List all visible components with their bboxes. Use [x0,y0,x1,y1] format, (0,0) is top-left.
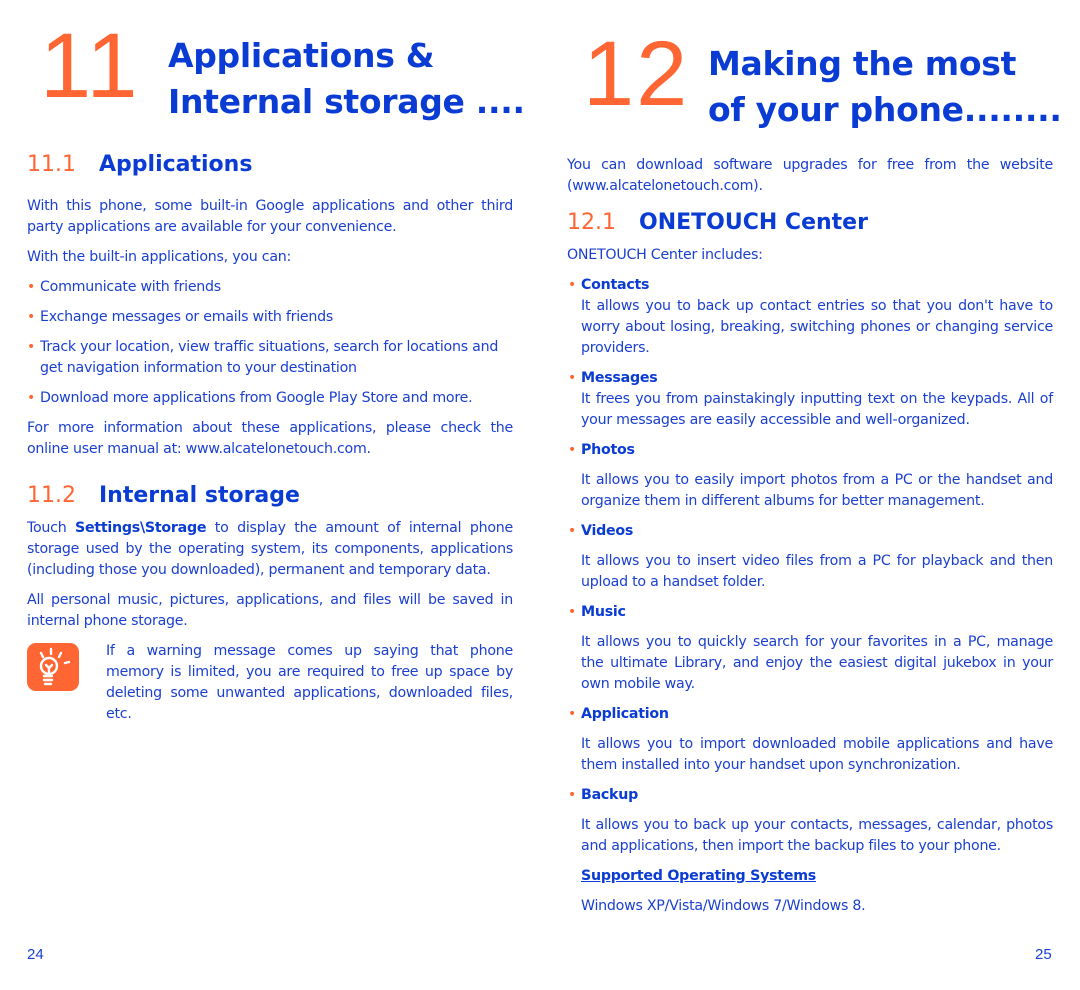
list-item: • Track your location, view traffic situa… [27,339,499,376]
bullet-icon: • [568,442,577,458]
item-title-music: • Music [568,602,626,623]
supported-os-heading: Supported Operating Systems [581,868,816,884]
section-heading-12-1: 12.1 ONETOUCH Center [567,209,868,237]
storage-paragraph-2: All personal music, pictures, applicatio… [27,592,513,629]
upgrade-intro: You can download software upgrades for f… [567,157,1053,194]
section-number: 11.2 [27,483,76,508]
bullet-icon: • [27,339,36,355]
bullet-icon: • [27,279,36,295]
onetouch-lead: ONETOUCH Center includes: [567,247,763,263]
section-number: 11.1 [27,152,76,177]
section-title: Applications [99,152,253,177]
item-text-videos: It allows you to insert video files from… [581,553,1053,590]
lightbulb-icon [27,643,79,691]
chapter-number: 12 [583,23,690,125]
supported-os-text: Windows XP/Vista/Windows 7/Windows 8. [581,898,866,914]
list-item: • Exchange messages or emails with friend… [27,307,513,328]
tip-text: If a warning message comes up saying tha… [106,643,513,722]
item-text-contacts: It allows you to back up contact entries… [581,298,1053,356]
chapter-number: 11 [40,15,140,117]
bullet-icon: • [27,390,36,406]
bullet-icon: • [568,277,577,293]
item-title-photos: • Photos [568,440,635,461]
item-title-messages: • Messages [568,368,658,389]
item-title-application: • Application [568,704,669,725]
item-title-contacts: • Contacts [568,275,650,296]
left-page: 11 Applications & Internal storage .... … [0,0,540,990]
bullet-icon: • [27,309,36,325]
settings-storage-path: Settings\Storage [75,520,207,536]
more-info-text: For more information about these applica… [27,420,513,457]
list-item: • Download more applications from Google … [27,388,513,409]
chapter-title-line1: Applications & [168,36,435,75]
bullet-icon: • [568,706,577,722]
page-number: 25 [1035,946,1052,963]
chapter-title: Making the most of your phone........ [708,41,1062,133]
item-title-backup: • Backup [568,785,638,806]
right-page: 12 Making the most of your phone........… [540,0,1080,990]
storage-paragraph-1: Touch Settings\Storage to display the am… [27,520,513,578]
applications-intro: With this phone, some built-in Google ap… [27,198,513,235]
section-heading-11-1: 11.1 Applications [27,151,252,179]
chapter-title-line1: Making the most [708,44,1017,83]
page-number: 24 [27,946,44,963]
section-heading-11-2: 11.2 Internal storage [27,482,300,510]
item-text-application: It allows you to import downloaded mobil… [581,736,1053,773]
item-text-photos: It allows you to easily import photos fr… [581,472,1053,509]
chapter-title: Applications & Internal storage .... [168,33,525,125]
section-title: Internal storage [99,483,300,508]
item-text-messages: It frees you from painstakingly inputtin… [581,391,1053,428]
chapter-title-line2: Internal storage .... [168,82,525,121]
chapter-title-line2: of your phone........ [708,90,1062,129]
section-number: 12.1 [567,210,616,235]
item-text-backup: It allows you to back up your contacts, … [581,817,1053,854]
bullet-icon: • [568,604,577,620]
section-title: ONETOUCH Center [639,210,868,235]
bullet-icon: • [568,787,577,803]
item-title-videos: • Videos [568,521,633,542]
list-item: • Communicate with friends [27,277,513,298]
applications-lead: With the built-in applications, you can: [27,249,292,265]
bullet-icon: • [568,523,577,539]
item-text-music: It allows you to quickly search for your… [581,634,1053,692]
bullet-icon: • [568,370,577,386]
